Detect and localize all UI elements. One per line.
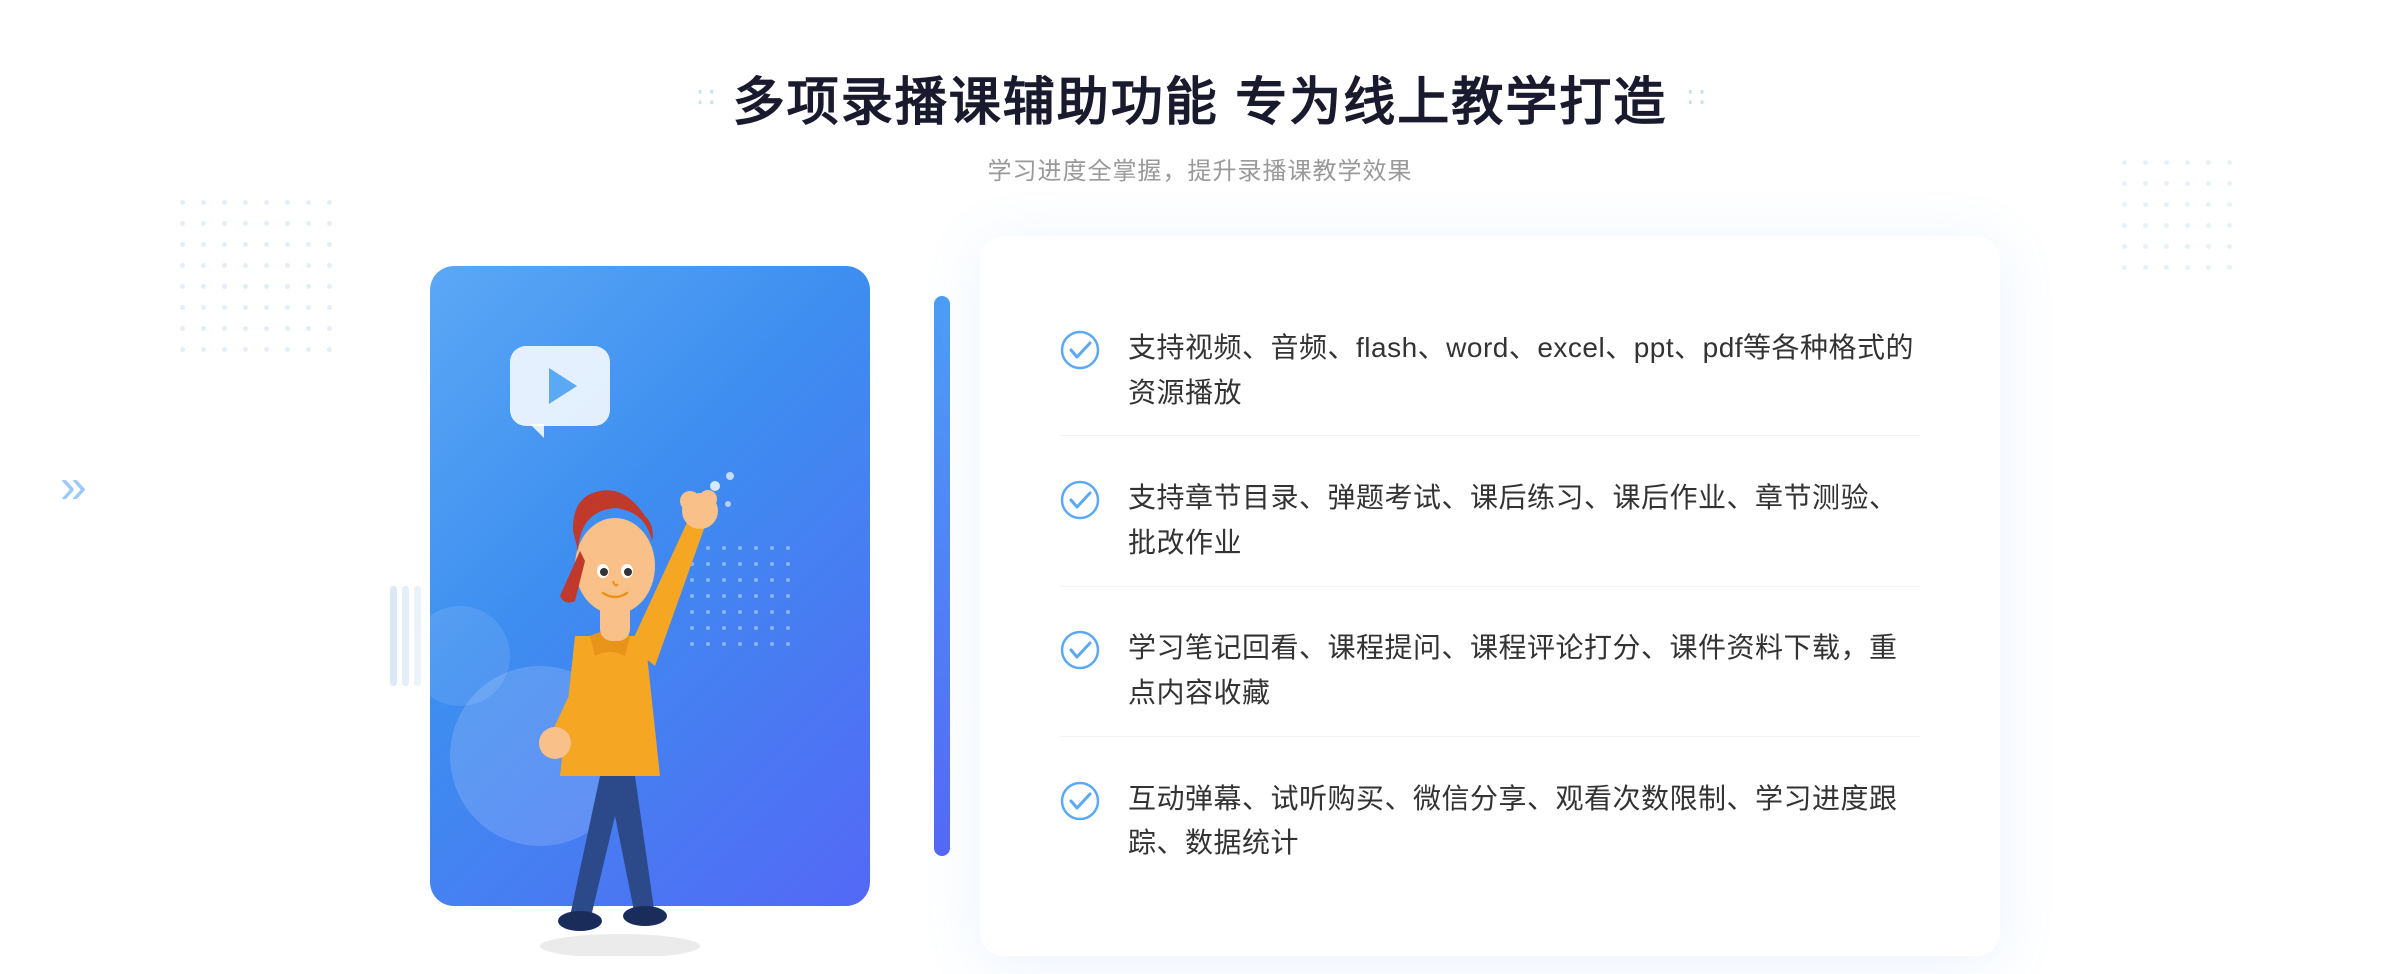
check-icon-2 [1060, 480, 1100, 520]
header-decorators: ∷ 多项录播课辅助功能 专为线上教学打造 ∷ [697, 60, 1703, 135]
person-illustration [460, 356, 800, 956]
left-arrow-decoration: » [60, 460, 87, 515]
page-container: (() => { const container = document.quer… [0, 0, 2400, 974]
content-area: 支持视频、音频、flash、word、excel、ppt、pdf等各种格式的资源… [400, 236, 2000, 956]
main-title: 多项录播课辅助功能 专为线上教学打造 [733, 60, 1667, 135]
dot-pattern-right: (() => { const container = document.quer… [2122, 160, 2240, 278]
feature-item-2: 支持章节目录、弹题考试、课后练习、课后作业、章节测验、批改作业 [1060, 456, 1920, 587]
feature-text-1: 支持视频、音频、flash、word、excel、ppt、pdf等各种格式的资源… [1128, 326, 1920, 416]
subtitle: 学习进度全掌握，提升录播课教学效果 [697, 151, 1703, 186]
header-left-decorator: ∷ [697, 81, 713, 114]
right-blue-bar [934, 296, 950, 856]
illustration-area [400, 236, 960, 956]
feature-item-4: 互动弹幕、试听购买、微信分享、观看次数限制、学习进度跟踪、数据统计 [1060, 757, 1920, 887]
check-icon-4 [1060, 781, 1100, 821]
feature-text-3: 学习笔记回看、课程提问、课程评论打分、课件资料下载，重点内容收藏 [1128, 626, 1920, 716]
check-icon-1 [1060, 330, 1100, 370]
feature-item-1: 支持视频、音频、flash、word、excel、ppt、pdf等各种格式的资源… [1060, 306, 1920, 437]
header-section: ∷ 多项录播课辅助功能 专为线上教学打造 ∷ 学习进度全掌握，提升录播课教学效果 [697, 60, 1703, 186]
check-icon-3 [1060, 630, 1100, 670]
feature-text-4: 互动弹幕、试听购买、微信分享、观看次数限制、学习进度跟踪、数据统计 [1128, 777, 1920, 867]
feature-text-2: 支持章节目录、弹题考试、课后练习、课后作业、章节测验、批改作业 [1128, 476, 1920, 566]
header-right-decorator: ∷ [1687, 81, 1703, 114]
dot-pattern-left: (() => { const container = document.quer… [180, 200, 340, 360]
feature-item-3: 学习笔记回看、课程提问、课程评论打分、课件资料下载，重点内容收藏 [1060, 606, 1920, 737]
features-list: 支持视频、音频、flash、word、excel、ppt、pdf等各种格式的资源… [1060, 296, 1920, 896]
features-card: 支持视频、音频、flash、word、excel、ppt、pdf等各种格式的资源… [980, 236, 2000, 956]
